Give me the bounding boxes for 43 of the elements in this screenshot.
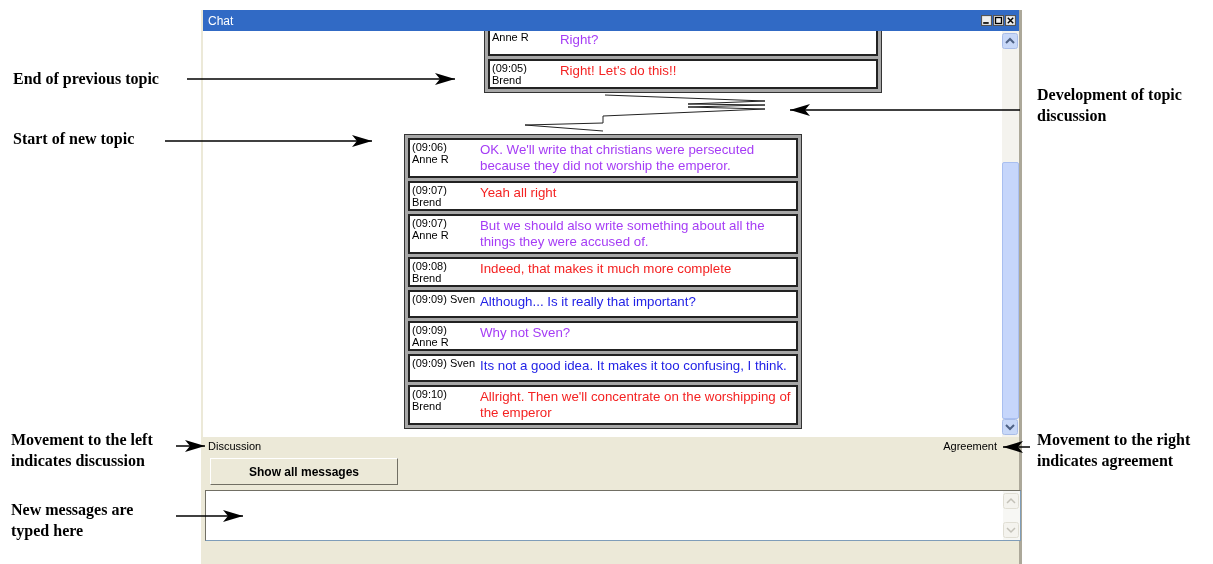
message-text: Its not a good idea. It makes it too confusing, I think.	[479, 357, 788, 375]
scroll-down-icon	[1003, 522, 1019, 538]
message-text: Right?	[559, 31, 600, 49]
maximize-icon[interactable]	[993, 15, 1004, 26]
scroll-down-icon[interactable]	[1002, 419, 1018, 435]
message-text: OK. We'll write that christians were persecuted because they did not worship the emperor.	[479, 141, 756, 175]
discussion-label: Discussion	[208, 440, 262, 452]
window-title: Chat	[208, 13, 234, 28]
message-sender: (09:09) Anne R	[411, 323, 450, 349]
annotation-text: New messages are typed here	[11, 501, 134, 539]
message-sender: Anne R	[491, 31, 530, 45]
message-text: Right! Let's do this!!	[559, 62, 678, 80]
message-sender: (09:07) Brend	[411, 183, 448, 209]
scroll-thumb[interactable]	[1002, 162, 1019, 419]
agreement-label: Agreement	[943, 440, 997, 452]
annotation-text: Movement to the right indicates agreement	[1037, 431, 1191, 469]
message-sender: (09:10) Brend	[411, 387, 448, 414]
message-text: But we should also write something about all the things they were accused of.	[479, 217, 766, 251]
message-sender: (09:09) Sven	[411, 356, 476, 371]
message-sender: (09:08) Brend	[411, 259, 448, 285]
arrow	[175, 440, 206, 452]
message-text: Why not Sven?	[479, 324, 572, 342]
message-text: Allright. Then we'll concentrate on the worshipping of the emperor	[479, 388, 792, 422]
scrollbar[interactable]	[1002, 31, 1019, 437]
minimize-icon[interactable]	[981, 15, 992, 26]
message-text: Indeed, that makes it much more complete	[479, 260, 733, 278]
annotation-text: Development of topic discussion	[1037, 86, 1182, 124]
scroll-up-icon[interactable]	[1002, 33, 1018, 49]
close-icon[interactable]	[1005, 15, 1016, 26]
message-sender: (09:05) Brend	[491, 61, 528, 87]
arrow	[1002, 441, 1031, 453]
message-text: Yeah all right	[479, 184, 558, 202]
annotation-text: Movement to the left indicates discussion	[11, 431, 153, 469]
message-sender: (09:06) Anne R	[411, 140, 450, 167]
message-sender: (09:09) Sven	[411, 292, 476, 307]
annotation-text: End of previous topic	[13, 70, 159, 87]
scroll-up-icon	[1003, 493, 1019, 509]
show-all-messages-button[interactable]: Show all messages	[210, 458, 398, 485]
message-input-field[interactable]	[205, 490, 1021, 541]
annotation-text: Start of new topic	[13, 130, 135, 147]
message-text: Although... Is it really that important?	[479, 293, 697, 311]
message-sender: (09:07) Anne R	[411, 216, 450, 243]
arrow	[175, 510, 244, 522]
